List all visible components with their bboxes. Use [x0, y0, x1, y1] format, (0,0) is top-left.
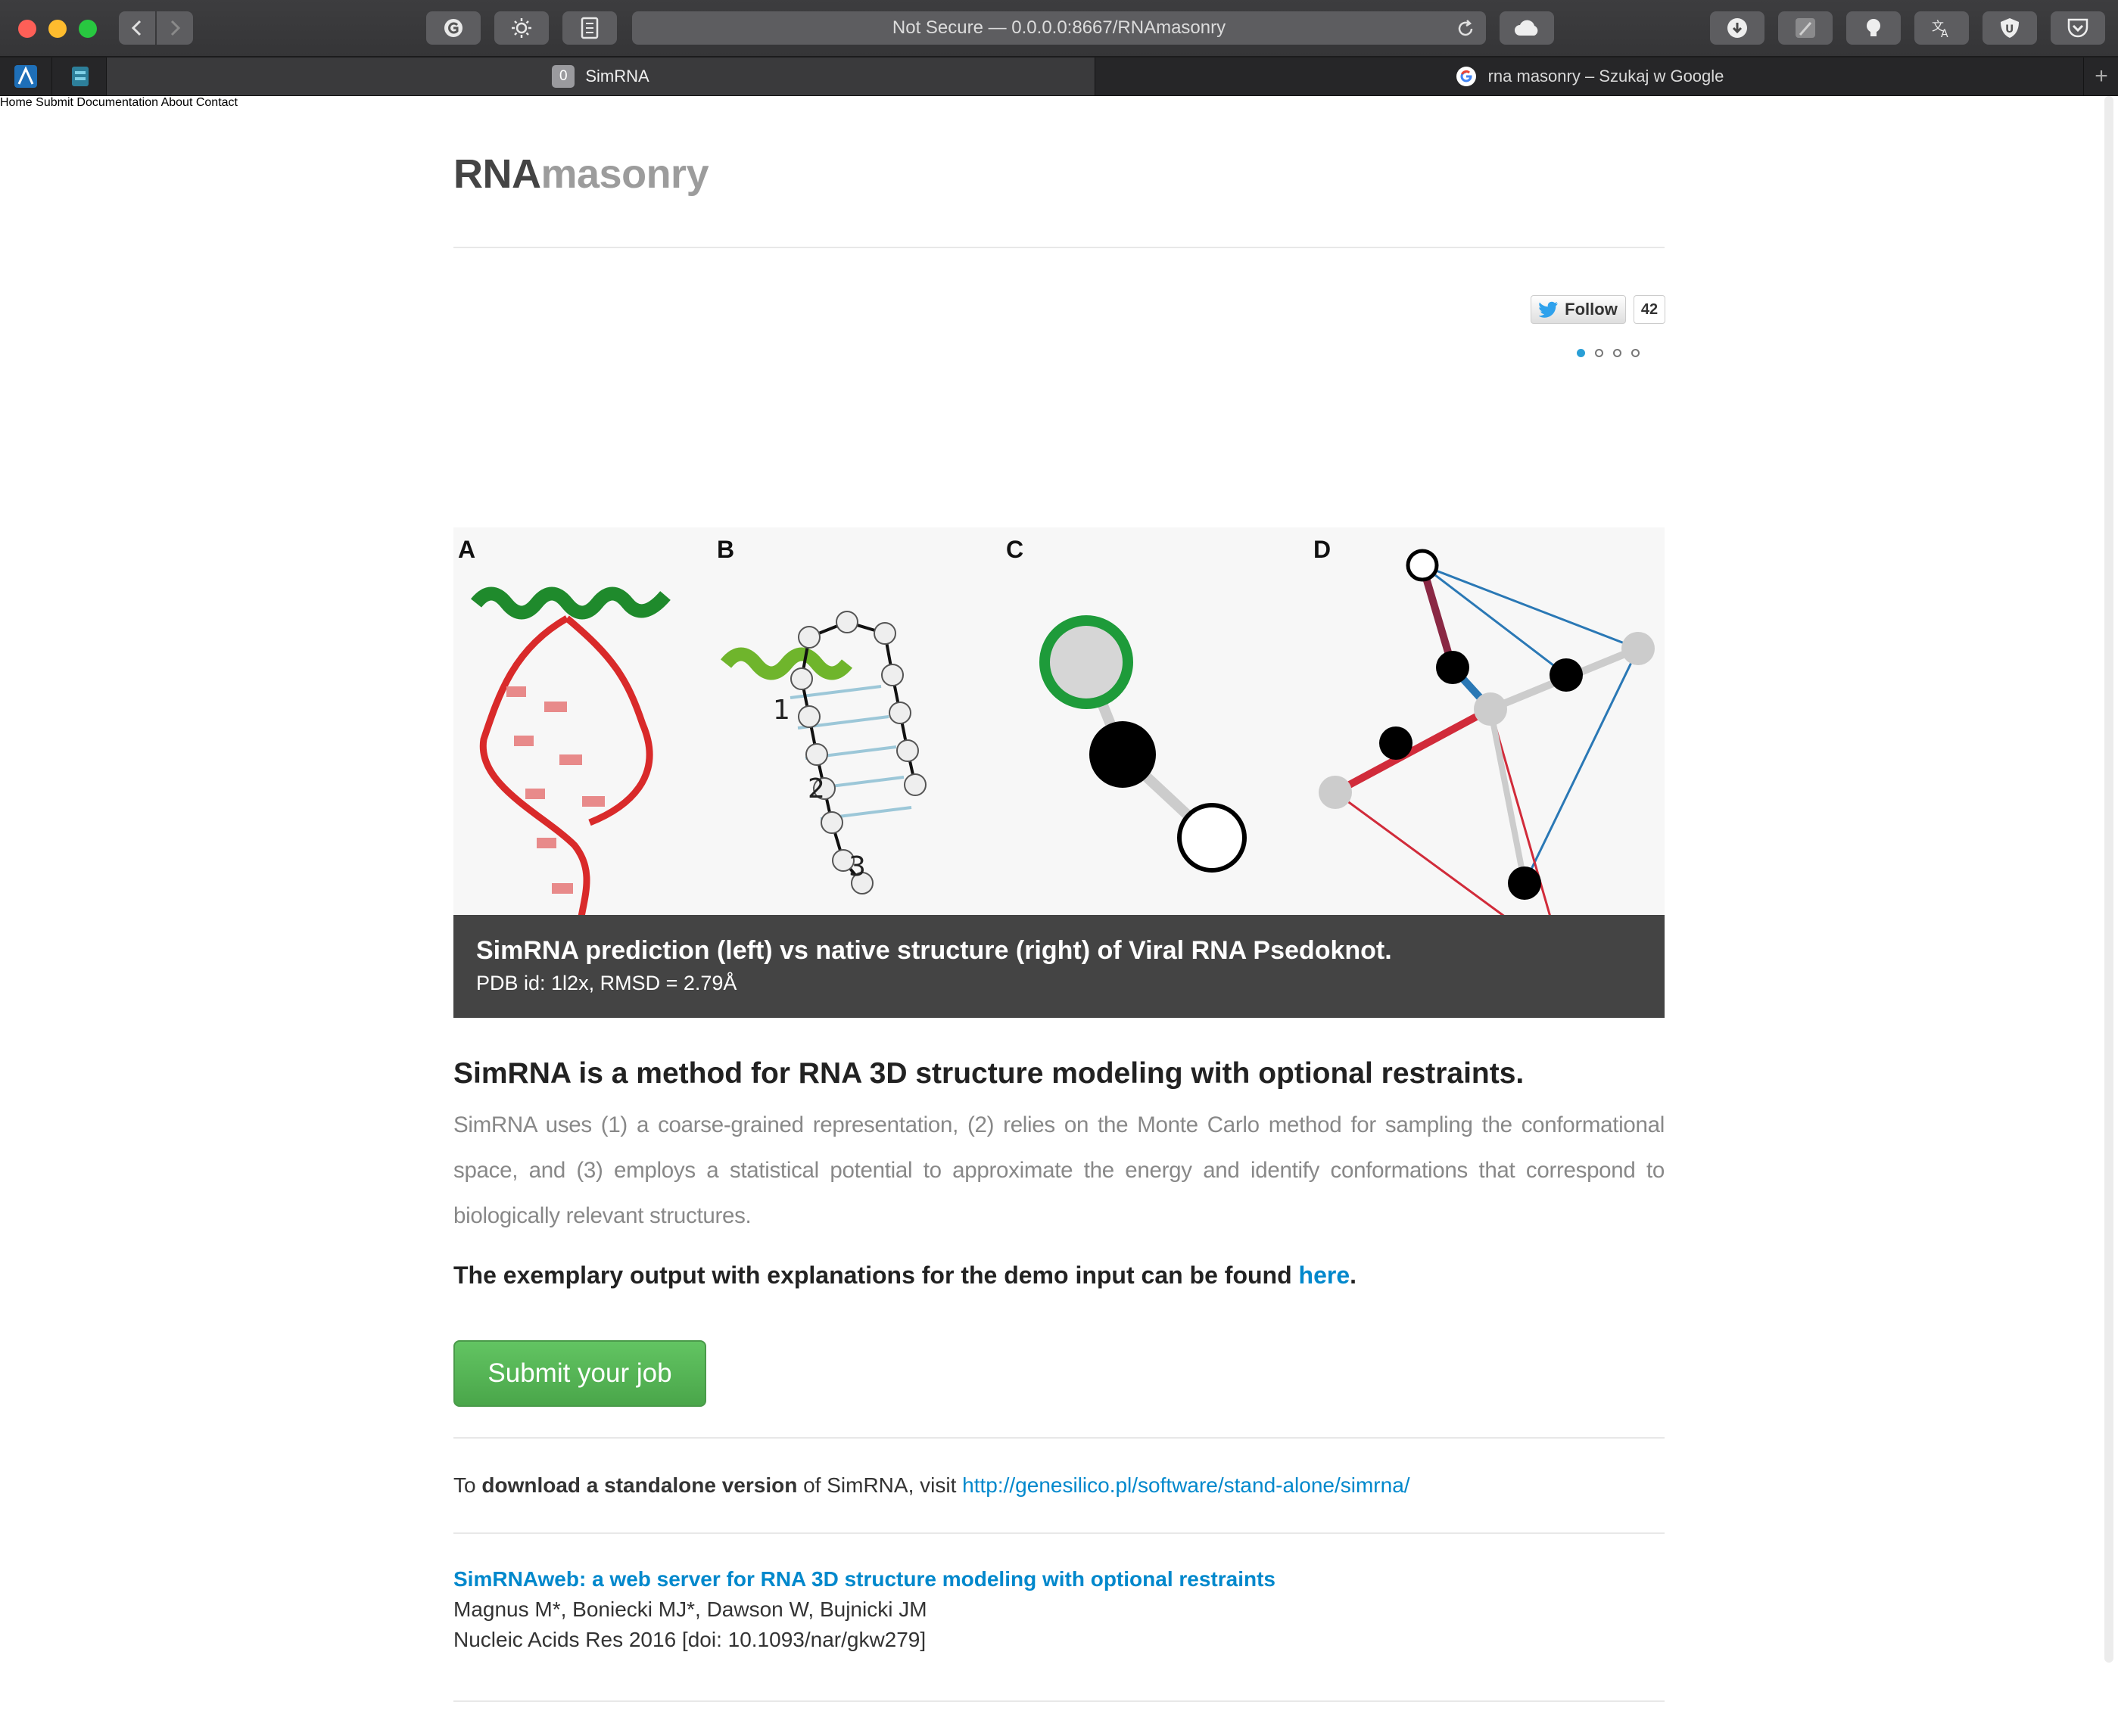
panel-label-c: C: [1006, 536, 1023, 563]
app-logo-icon: [14, 65, 37, 88]
carousel-indicator-2[interactable]: [1595, 349, 1603, 357]
paper-journal: Nucleic Acids Res 2016 [doi: 10.1093/nar…: [453, 1628, 927, 1651]
pocket-extension-button[interactable]: [2051, 11, 2105, 45]
caption-title: SimRNA prediction (left) vs native struc…: [476, 936, 1392, 965]
footer-divider: [453, 1700, 1665, 1702]
follow-label: Follow: [1565, 300, 1618, 319]
svg-text:U: U: [2005, 23, 2014, 36]
tab-google-search[interactable]: rna masonry – Szukaj w Google: [1095, 58, 2083, 95]
header-divider: [453, 247, 1665, 248]
plus-icon: +: [2095, 64, 2108, 89]
feather-icon: [1796, 18, 1815, 38]
browser-toolbar: Not Secure — 0.0.0.0:8667/RNAmasonry 文A …: [0, 0, 2118, 58]
carousel-indicator-3[interactable]: [1613, 349, 1621, 357]
main-nav: Home Submit Documentation About Contact: [0, 96, 2118, 110]
panel-c-structure: [1039, 615, 1247, 873]
brand-light: masonry: [540, 151, 709, 197]
nav-contact[interactable]: Contact: [196, 96, 238, 109]
carousel-indicator-1[interactable]: [1577, 349, 1585, 357]
download-icon: [1727, 18, 1747, 38]
lightbulb-icon: [1867, 19, 1880, 36]
figure-number-1: 1: [773, 695, 790, 726]
download-bold: download a standalone version: [481, 1473, 798, 1497]
sun-icon: [512, 18, 531, 38]
tab-title: SimRNA: [585, 67, 649, 86]
chevron-right-icon: [170, 20, 181, 36]
panel-label-a: A: [458, 536, 475, 563]
document-icon: [581, 17, 599, 39]
url-text: Not Secure — 0.0.0.0:8667/RNAmasonry: [892, 17, 1226, 38]
svg-text:A: A: [1941, 28, 1948, 39]
reader-button[interactable]: [562, 11, 617, 45]
carousel-indicator-4[interactable]: [1631, 349, 1640, 357]
follower-count: 42: [1634, 295, 1665, 324]
download-note: To download a standalone version of SimR…: [453, 1473, 1410, 1498]
tab-bar: 0 SimRNA rna masonry – Szukaj w Google +: [0, 58, 2118, 96]
reload-icon[interactable]: [1456, 19, 1475, 39]
nav-about[interactable]: About: [161, 96, 193, 109]
page-scrollbar[interactable]: [2104, 96, 2113, 1663]
panel-label-d: D: [1313, 536, 1331, 563]
section-divider: [453, 1532, 1665, 1534]
download-mid: of SimRNA, visit: [797, 1473, 963, 1497]
section-divider: [453, 1437, 1665, 1439]
grammarly-icon: [444, 19, 463, 37]
pocket-icon: [2067, 18, 2088, 38]
panel-d-structure: [1319, 549, 1655, 975]
paper-title-link[interactable]: SimRNAweb: a web server for RNA 3D struc…: [453, 1567, 1275, 1591]
brightness-extension-button[interactable]: [494, 11, 549, 45]
nav-home[interactable]: Home: [0, 96, 33, 109]
download-pre: To: [453, 1473, 482, 1497]
pinned-tab-2[interactable]: [55, 58, 107, 95]
extension-button-gray[interactable]: [1778, 11, 1833, 45]
grid-app-icon: [72, 67, 89, 86]
figure-number-2: 2: [808, 773, 825, 804]
carousel-caption: SimRNA prediction (left) vs native struc…: [453, 915, 1665, 1018]
panel-a-structure: [470, 586, 671, 968]
forward-button[interactable]: [157, 11, 193, 45]
intro-paragraph: SimRNA uses (1) a coarse-grained represe…: [453, 1112, 1665, 1228]
site-logo[interactable]: RNAmasonry: [453, 151, 709, 198]
exemplary-text: The exemplary output with explanations f…: [453, 1262, 1299, 1289]
nav-documentation[interactable]: Documentation: [76, 96, 158, 109]
close-window-button[interactable]: [18, 20, 36, 38]
minimize-window-button[interactable]: [48, 20, 67, 38]
paper-authors: Magnus M*, Boniecki MJ*, Dawson W, Bujni…: [453, 1598, 927, 1621]
twitter-follow-button[interactable]: Follow: [1531, 295, 1626, 324]
web-page: RNAmasonry Home Submit Documentation Abo…: [0, 96, 2118, 1702]
translate-extension-button[interactable]: 文A: [1914, 11, 1969, 45]
grammarly-extension-button[interactable]: [426, 11, 481, 45]
panel-b-structure: 1 2 3: [720, 611, 927, 894]
icloud-tabs-button[interactable]: [1500, 11, 1554, 45]
submit-job-button[interactable]: Submit your job: [453, 1340, 706, 1407]
zoom-window-button[interactable]: [79, 20, 97, 38]
pinned-tab-1[interactable]: [0, 58, 52, 95]
download-url-link[interactable]: http://genesilico.pl/software/stand-alon…: [962, 1473, 1409, 1497]
intro-heading: SimRNA is a method for RNA 3D structure …: [453, 1057, 1525, 1090]
panel-label-b: B: [717, 536, 734, 563]
figure-number-3: 3: [849, 851, 866, 882]
caption-subtitle: PDB id: 1l2x, RMSD = 2.79Å: [476, 972, 737, 994]
exemplary-here-link[interactable]: here: [1299, 1262, 1350, 1289]
ublock-extension-button[interactable]: U: [1983, 11, 2037, 45]
nav-submit[interactable]: Submit: [36, 96, 73, 109]
tab-badge: 0: [552, 65, 575, 88]
downloads-button[interactable]: [1710, 11, 1764, 45]
exemplary-output-note: The exemplary output with explanations f…: [453, 1262, 1356, 1290]
translate-icon: 文A: [1932, 19, 1948, 39]
google-icon: [1456, 67, 1476, 86]
shield-icon: U: [2001, 18, 2019, 38]
cloud-icon: [1515, 20, 1538, 36]
back-button[interactable]: [119, 11, 155, 45]
new-tab-button[interactable]: +: [2083, 58, 2118, 95]
lightbulb-extension-button[interactable]: [1846, 11, 1901, 45]
tab-simrna[interactable]: 0 SimRNA: [107, 58, 1095, 95]
chevron-left-icon: [131, 20, 142, 36]
brand-dark: RNA: [453, 151, 541, 197]
tab-title: rna masonry – Szukaj w Google: [1487, 67, 1724, 86]
twitter-bird-icon: [1539, 301, 1559, 318]
address-bar[interactable]: Not Secure — 0.0.0.0:8667/RNAmasonry: [632, 11, 1486, 45]
exemplary-end: .: [1350, 1262, 1356, 1289]
